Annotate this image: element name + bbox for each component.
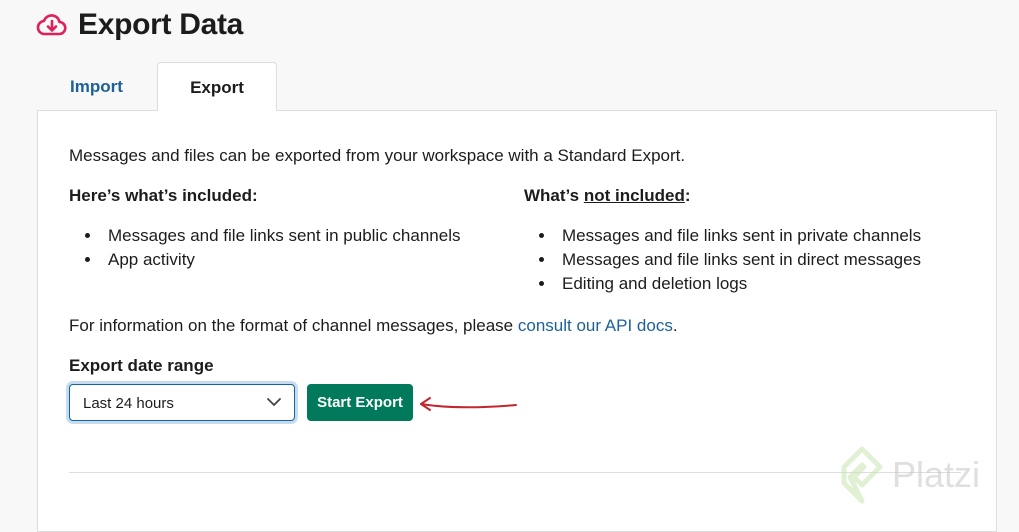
tab-export[interactable]: Export	[157, 62, 277, 111]
list-item: Messages and file links sent in public c…	[102, 224, 460, 248]
date-range-value: Last 24 hours	[83, 395, 174, 412]
not-included-heading-suffix: :	[684, 186, 691, 205]
list-item: Messages and file links sent in private …	[556, 224, 921, 248]
list-item: Messages and file links sent in direct m…	[556, 248, 921, 272]
date-range-label: Export date range	[69, 356, 214, 375]
list-item: App activity	[102, 248, 460, 272]
platzi-watermark: Platzi	[838, 445, 980, 505]
page-title: Export Data	[78, 8, 244, 41]
not-included-heading: What’s not included:	[524, 186, 691, 206]
included-list: Messages and file links sent in public c…	[82, 224, 460, 272]
api-docs-link[interactable]: consult our API docs	[518, 316, 673, 335]
watermark-text: Platzi	[892, 454, 981, 495]
list-item: Editing and deletion logs	[556, 272, 921, 296]
divider	[69, 472, 961, 473]
start-export-button[interactable]: Start Export	[307, 384, 413, 421]
not-included-heading-underlined: not included	[583, 186, 685, 205]
chevron-down-icon	[267, 398, 281, 406]
api-note-text: For information on the format of channel…	[69, 316, 518, 335]
cloud-download-icon	[36, 14, 67, 36]
date-range-select[interactable]: Last 24 hours	[69, 384, 295, 421]
export-intro: Messages and files can be exported from …	[69, 146, 686, 165]
included-heading: Here’s what’s included:	[69, 186, 258, 205]
api-note: For information on the format of channel…	[69, 316, 678, 336]
page-header: Export Data	[36, 8, 243, 42]
not-included-heading-prefix: What’s	[524, 186, 584, 205]
api-note-suffix: .	[672, 316, 678, 335]
platzi-logo-icon	[841, 446, 883, 504]
annotation-arrow-icon	[420, 397, 517, 411]
not-included-list: Messages and file links sent in private …	[536, 224, 921, 296]
tab-import[interactable]: Import	[37, 62, 156, 110]
